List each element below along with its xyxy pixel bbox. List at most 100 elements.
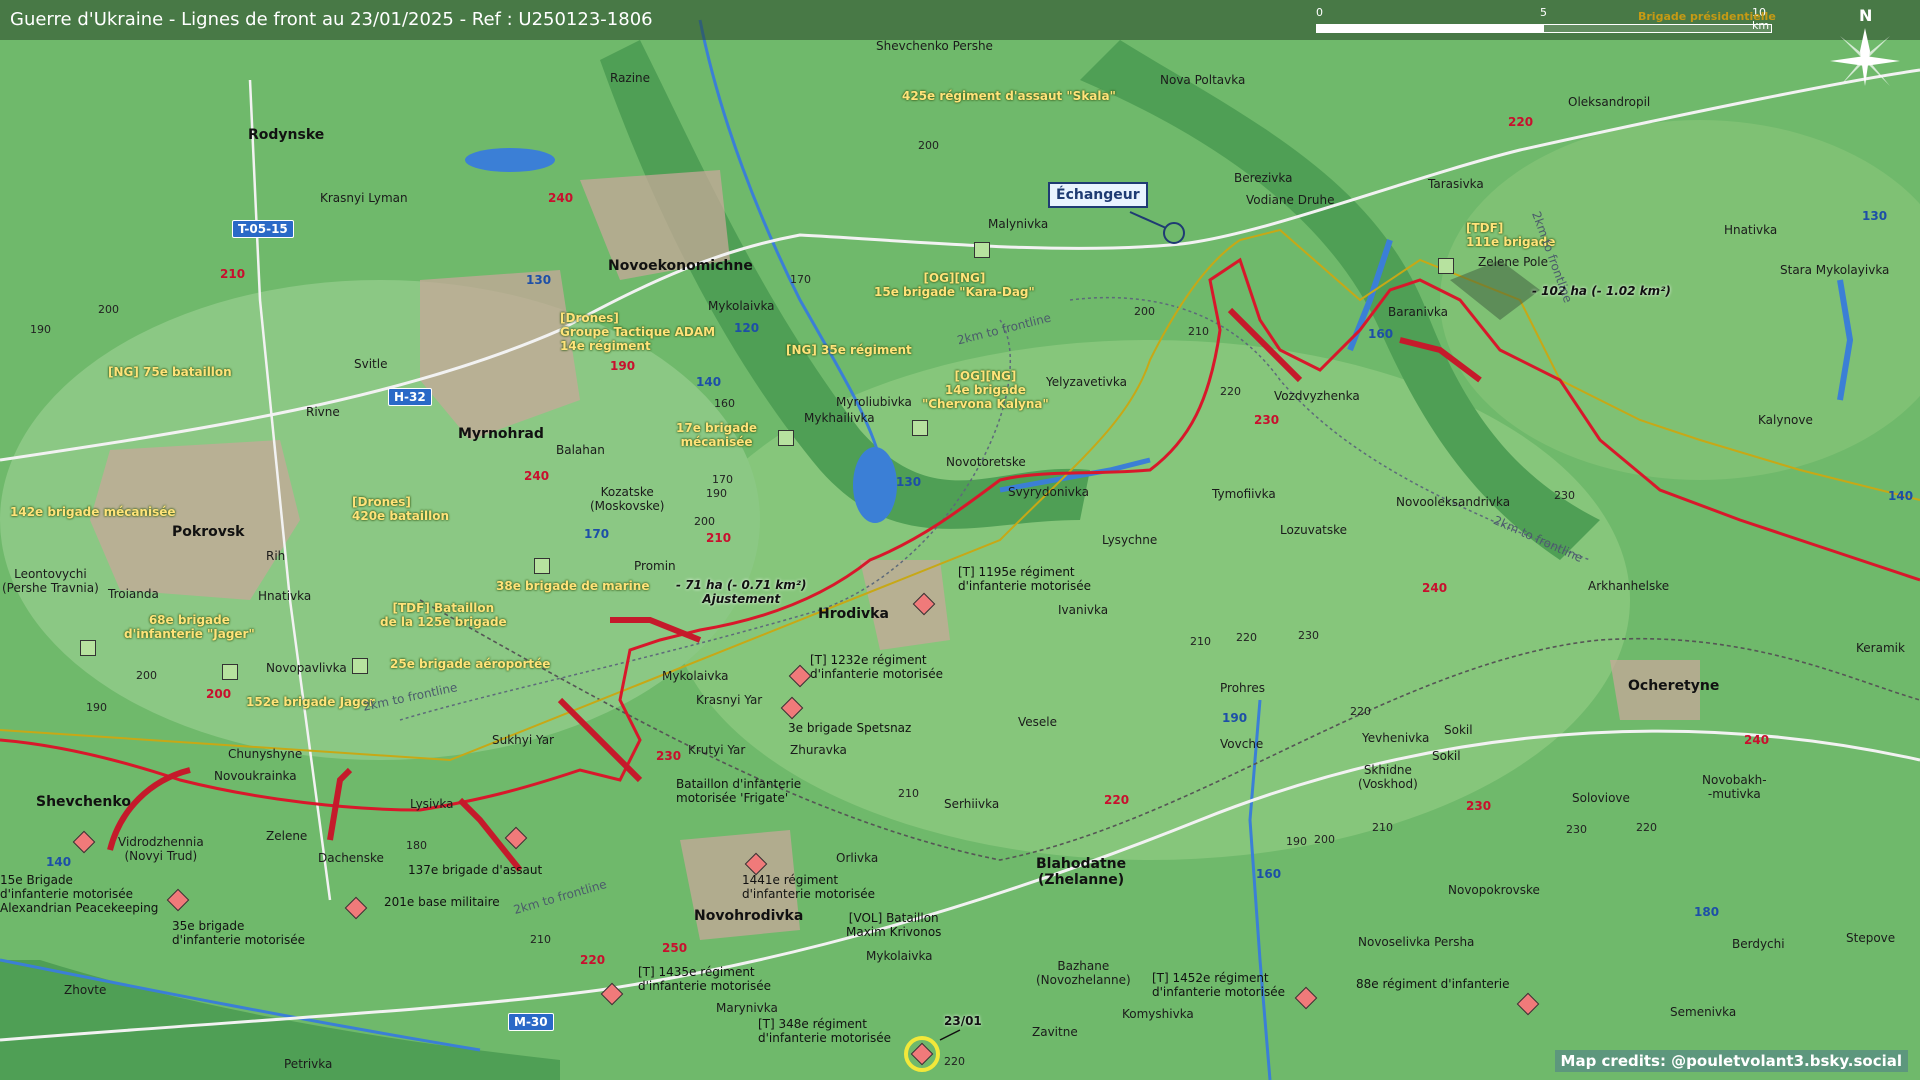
map-credits[interactable]: Map credits: @pouletvolant3.bsky.social — [1554, 1050, 1908, 1072]
town-dachenske: Dachenske — [318, 851, 384, 865]
unit-ru-frigate[interactable]: Bataillon d'infanterie motorisée 'Frigat… — [676, 777, 801, 806]
unit-ru-35-motor[interactable]: 35e brigade d'infanterie motorisée — [172, 919, 305, 948]
unit-ru-88[interactable]: 88e régiment d'infanterie — [1356, 977, 1509, 992]
highway-number: 180 — [1694, 905, 1720, 919]
unit-ua-420-drones[interactable]: [Drones] 420e bataillon — [352, 495, 449, 524]
town-sokil: Sokil — [1432, 749, 1461, 763]
elevation-label: 200 — [98, 303, 119, 316]
town-mykolaivka-south: Mykolaivka — [866, 949, 933, 963]
town-stepove: Stepove — [1846, 931, 1896, 945]
unit-ru-1452[interactable]: [T] 1452e régiment d'infanterie motorisé… — [1152, 971, 1285, 1000]
unit-ua-ng-35[interactable]: [NG] 35e régiment — [786, 343, 912, 358]
unit-ru-1232[interactable]: [T] 1232e régiment d'infanterie motorisé… — [810, 653, 943, 682]
road-badge-t0515: T-05-15 — [232, 220, 294, 238]
elevation-label: 190 — [30, 323, 51, 336]
town-malynivka: Malynivka — [988, 217, 1049, 231]
elevation-label: 200 — [136, 669, 157, 682]
town-vozdvyzhenka: Vozdvyzhenka — [1274, 389, 1360, 403]
unit-ua-142-mech[interactable]: 142e brigade mécanisée — [10, 505, 176, 520]
town-mykolaivka-north: Mykolaivka — [708, 299, 775, 313]
highway-number: 230 — [656, 749, 682, 763]
unit-ua-152-jager[interactable]: 152e brigade Jager — [246, 695, 375, 710]
highway-number: 210 — [706, 531, 732, 545]
town-lysivka: Lysivka — [410, 797, 454, 811]
town-novopavlivka: Novopavlivka — [266, 661, 347, 675]
town-pokrovsk: Pokrovsk — [172, 524, 245, 540]
town-svyrydonivka: Svyrydonivka — [1008, 485, 1089, 499]
town-kozatske: Kozatske (Moskovske) — [590, 485, 665, 513]
unit-ru-201-base[interactable]: 201e base militaire — [384, 895, 500, 910]
town-semenivka: Semenivka — [1670, 1005, 1737, 1019]
elevation-label: 190 — [706, 487, 727, 500]
elevation-label: 220 — [944, 1055, 965, 1068]
elevation-label: 210 — [1188, 325, 1209, 338]
town-novohrodivka: Novohrodivka — [694, 908, 804, 924]
town-vovche: Vovche — [1220, 737, 1264, 751]
elevation-label: 180 — [406, 839, 427, 852]
unit-ru-15-peacekeeping[interactable]: 15e Brigade d'infanterie motorisée Alexa… — [0, 873, 158, 915]
unit-ua-425-skala[interactable]: 425e régiment d'assaut "Skala" — [902, 89, 1116, 104]
unit-ua-17-mech[interactable]: 17e brigade mécanisée — [676, 421, 757, 450]
town-berezivka: Berezivka — [1234, 171, 1293, 185]
unit-ru-348[interactable]: [T] 348e régiment d'infanterie motorisée — [758, 1017, 891, 1046]
elevation-label: 230 — [1566, 823, 1587, 836]
map-canvas[interactable] — [0, 0, 1920, 1080]
unit-ru-3-spetsnaz[interactable]: 3e brigade Spetsnaz — [788, 721, 911, 736]
town-ivanivka: Ivanivka — [1058, 603, 1109, 617]
highway-number: 190 — [1222, 711, 1248, 725]
town-keramik: Keramik — [1856, 641, 1905, 655]
elevation-label: 170 — [712, 473, 733, 486]
town-krutyi-yar: Krutyi Yar — [688, 743, 746, 757]
unit-ru-1435[interactable]: [T] 1435e régiment d'infanterie motorisé… — [638, 965, 771, 994]
unit-ua-15-kara-dag[interactable]: [OG][NG] 15e brigade "Kara-Dag" — [874, 271, 1035, 300]
unit-ua-chervona-kalyna[interactable]: [OG][NG] 14e brigade "Chervona Kalyna" — [922, 369, 1049, 411]
highway-number: 130 — [1862, 209, 1888, 223]
town-berdychi: Berdychi — [1732, 937, 1785, 951]
town-balahan: Balahan — [556, 443, 605, 457]
area-change-east: - 102 ha (- 1.02 km²) — [1532, 284, 1671, 298]
town-zhuravka: Zhuravka — [790, 743, 847, 757]
north-arrow: N — [1820, 6, 1910, 96]
highway-number: 240 — [548, 191, 574, 205]
highway-number: 230 — [1466, 799, 1492, 813]
unit-ua-tdf-125[interactable]: [TDF] Bataillon de la 125e brigade — [380, 601, 507, 630]
unit-ua-25-airborne[interactable]: 25e brigade aéroportée — [390, 657, 550, 672]
unit-ru-krivonos[interactable]: [VOL] Bataillon Maxim Krivonos — [846, 911, 941, 940]
town-hrodivka: Hrodivka — [818, 606, 889, 622]
unit-symbol-ua — [912, 420, 928, 436]
unit-ru-1195[interactable]: [T] 1195e régiment d'infanterie motorisé… — [958, 565, 1091, 594]
unit-ru-137-assault[interactable]: 137e brigade d'assaut — [408, 863, 542, 878]
north-label: N — [1859, 6, 1873, 25]
elevation-label: 200 — [918, 139, 939, 152]
lake-razine — [465, 148, 555, 172]
unit-ua-ng-75[interactable]: [NG] 75e bataillon — [108, 365, 232, 380]
unit-symbol-ua — [80, 640, 96, 656]
unit-ru-1441[interactable]: 1441e régiment d'infanterie motorisée — [742, 873, 875, 902]
unit-ua-adam-14[interactable]: [Drones] Groupe Tactique ADAM 14e régime… — [560, 311, 715, 353]
town-lozuvatske: Lozuvatske — [1280, 523, 1348, 537]
elevation-label: 190 — [1286, 835, 1307, 848]
town-shevchenko: Shevchenko — [36, 794, 131, 810]
town-promin: Promin — [634, 559, 676, 573]
town-orlivka: Orlivka — [836, 851, 879, 865]
highway-number: 220 — [1508, 115, 1534, 129]
unit-ua-68-jager[interactable]: 68e brigade d'infanterie "Jager" — [124, 613, 255, 642]
town-vodiane-druhe: Vodiane Druhe — [1246, 193, 1335, 207]
highway-number: 170 — [584, 527, 610, 541]
unit-symbol-ua — [352, 658, 368, 674]
town-troianda: Troianda — [108, 587, 159, 601]
elevation-label: 220 — [1350, 705, 1371, 718]
elevation-label: 210 — [1190, 635, 1211, 648]
town-hnativka-east: Hnativka — [1724, 223, 1778, 237]
highway-number: 220 — [1104, 793, 1130, 807]
town-hnativka-west: Hnativka — [258, 589, 312, 603]
road-badge-m30: M-30 — [508, 1013, 554, 1031]
town-rivne: Rivne — [306, 405, 340, 419]
elevation-label: 230 — [1298, 629, 1319, 642]
town-chunyshyne: Chunyshyne — [228, 747, 303, 761]
highway-number: 160 — [1256, 867, 1282, 881]
town-myrnohrad: Myrnohrad — [458, 426, 544, 442]
town-leontovychi: Leontovychi (Pershe Travnia) — [2, 567, 99, 595]
echangeur-callout[interactable]: Échangeur — [1048, 182, 1148, 208]
unit-ua-38-marines[interactable]: 38e brigade de marine — [496, 579, 649, 594]
